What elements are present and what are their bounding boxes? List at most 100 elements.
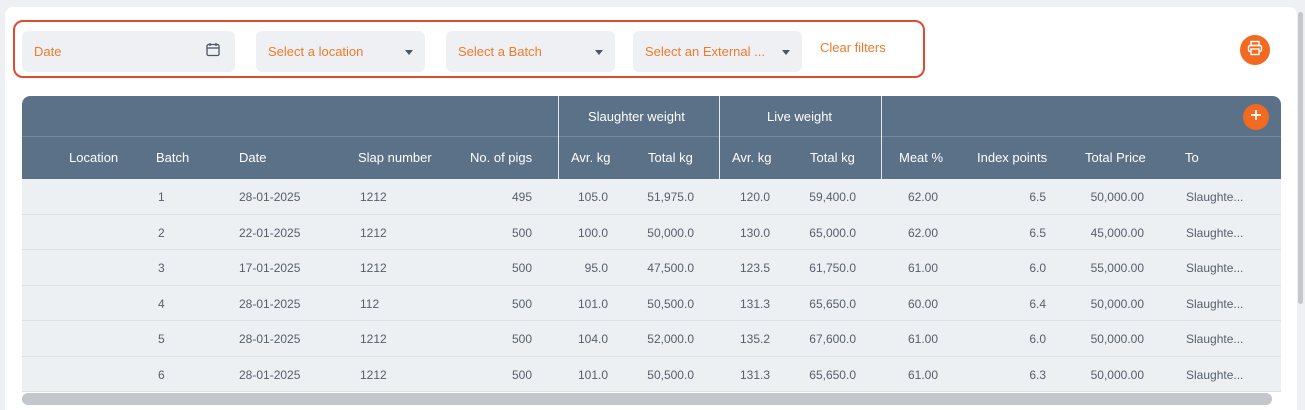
cell-slaughter-avg: 101.0 [577, 296, 608, 311]
horizontal-scrollbar[interactable] [22, 393, 1272, 405]
cell-slaughter-total: 51,975.0 [647, 190, 694, 204]
cell-batch: 4 [158, 296, 165, 311]
cell-live-avg: 131.3 [739, 296, 770, 311]
table-row[interactable]: 3 17-01-2025 1212 500 95.0 47,500.0 123.5 61,75… [22, 250, 1281, 286]
print-button[interactable] [1240, 35, 1270, 65]
date-filter[interactable]: Date [22, 31, 235, 72]
cell-slaughter-total: 50,500.0 [647, 296, 694, 311]
cell-date: 28-01-2025 [239, 190, 301, 204]
cell-batch: 3 [158, 261, 165, 275]
cell-total-price: 50,000.00 [1090, 296, 1144, 311]
location-select[interactable]: Select a location [256, 31, 425, 72]
cell-date: 28-01-2025 [239, 296, 301, 311]
cell-batch: 6 [158, 367, 165, 382]
location-select-label: Select a location [268, 44, 364, 59]
external-select[interactable]: Select an External ... [633, 31, 802, 72]
cell-slaughter-avg: 104.0 [577, 332, 608, 346]
column-header-total-price[interactable]: Total Price [1085, 150, 1146, 165]
cell-no-of-pigs: 500 [511, 225, 532, 240]
table-row[interactable]: 4 28-01-2025 112 500 101.0 50,500.0 131.3 65,65… [22, 285, 1281, 321]
cell-slaughter-total: 52,000.0 [647, 332, 694, 346]
printer-icon [1247, 40, 1263, 61]
cell-live-avg: 131.3 [739, 367, 770, 382]
cell-index-points: 6.3 [1029, 367, 1046, 382]
column-header-no-of-pigs[interactable]: No. of pigs [470, 150, 532, 165]
cell-slaughter-total: 50,500.0 [647, 367, 694, 382]
column-header-slaughter-avg[interactable]: Avr. kg [571, 150, 611, 165]
cell-date: 28-01-2025 [239, 332, 301, 346]
group-header-slaughter-weight: Slaughter weight [588, 109, 685, 124]
calendar-icon[interactable] [206, 42, 220, 60]
cell-live-total: 65,650.0 [809, 296, 856, 311]
clear-filters-link[interactable]: Clear filters [820, 40, 886, 55]
cell-slaughter-avg: 105.0 [577, 190, 608, 204]
cell-no-of-pigs: 500 [511, 296, 532, 311]
cell-live-avg: 130.0 [739, 225, 770, 240]
cell-to: Slaughte... [1186, 367, 1244, 382]
column-header-location[interactable]: Location [69, 150, 118, 165]
vertical-scrollbar[interactable] [1298, 12, 1303, 304]
cell-index-points: 6.5 [1029, 190, 1046, 204]
batch-select[interactable]: Select a Batch [446, 31, 615, 72]
column-header-index-points[interactable]: Index points [977, 150, 1047, 165]
column-header-to[interactable]: To [1185, 150, 1199, 165]
column-header-date[interactable]: Date [239, 150, 266, 165]
table-row[interactable]: 5 28-01-2025 1212 500 104.0 52,000.0 135.2 67,6… [22, 321, 1281, 357]
cell-meat-percent: 60.00 [907, 296, 938, 311]
cell-slap-number: 1212 [360, 261, 387, 275]
cell-slaughter-avg: 95.0 [584, 261, 608, 275]
cell-live-total: 61,750.0 [809, 261, 856, 275]
cell-slap-number: 1212 [360, 367, 387, 382]
cell-live-total: 67,600.0 [809, 332, 856, 346]
cell-index-points: 6.0 [1029, 332, 1046, 346]
column-divider [881, 96, 882, 179]
cell-total-price: 50,000.00 [1090, 190, 1144, 204]
external-select-label: Select an External ... [645, 44, 765, 59]
column-header-batch[interactable]: Batch [156, 150, 189, 165]
column-header-slap-number[interactable]: Slap number [358, 150, 432, 165]
caret-down-icon [595, 50, 603, 55]
cell-meat-percent: 61.00 [907, 367, 938, 382]
table-header: Slaughter weight Live weight Location Ba… [22, 96, 1281, 179]
caret-down-icon [405, 50, 413, 55]
header-divider [22, 136, 1281, 137]
cell-slaughter-total: 47,500.0 [647, 261, 694, 275]
cell-live-total: 65,000.0 [809, 225, 856, 240]
cell-live-avg: 120.0 [739, 190, 770, 204]
add-row-button[interactable] [1243, 104, 1269, 130]
cell-to: Slaughte... [1186, 296, 1244, 311]
cell-live-total: 59,400.0 [809, 190, 856, 204]
cell-meat-percent: 61.00 [907, 261, 938, 275]
cell-to: Slaughte... [1186, 225, 1244, 240]
table-row[interactable]: 6 28-01-2025 1212 500 101.0 50,500.0 131.3 65,6… [22, 356, 1281, 392]
cell-to: Slaughte... [1186, 332, 1244, 346]
cell-total-price: 55,000.00 [1090, 261, 1144, 275]
cell-batch: 5 [158, 332, 165, 346]
cell-no-of-pigs: 500 [511, 332, 532, 346]
cell-slap-number: 112 [360, 296, 380, 311]
cell-live-total: 65,650.0 [809, 367, 856, 382]
column-header-meat-percent[interactable]: Meat % [899, 150, 943, 165]
cell-date: 17-01-2025 [239, 261, 301, 275]
cell-total-price: 45,000.00 [1090, 225, 1144, 240]
cell-total-price: 50,000.00 [1090, 367, 1144, 382]
cell-slap-number: 1212 [360, 190, 387, 204]
cell-meat-percent: 61.00 [907, 332, 938, 346]
cell-date: 28-01-2025 [239, 367, 301, 382]
cell-to: Slaughte... [1186, 261, 1244, 275]
cell-slap-number: 1212 [360, 225, 387, 240]
column-header-live-total[interactable]: Total kg [810, 150, 855, 165]
cell-batch: 1 [158, 190, 165, 204]
table-row[interactable]: 1 28-01-2025 1212 495 105.0 51,975.0 120.0 59,4… [22, 179, 1281, 215]
cell-index-points: 6.0 [1029, 261, 1046, 275]
cell-to: Slaughte... [1186, 190, 1244, 204]
caret-down-icon [782, 50, 790, 55]
column-divider [719, 96, 720, 179]
cell-slaughter-total: 50,000.0 [647, 225, 694, 240]
column-header-slaughter-total[interactable]: Total kg [648, 150, 693, 165]
column-header-live-avg[interactable]: Avr. kg [732, 150, 772, 165]
table-row[interactable]: 2 22-01-2025 1212 500 100.0 50,000.0 130.0 65,0… [22, 214, 1281, 250]
cell-no-of-pigs: 500 [511, 367, 532, 382]
group-header-live-weight: Live weight [767, 109, 833, 124]
data-table: Slaughter weight Live weight Location Ba… [22, 96, 1281, 392]
